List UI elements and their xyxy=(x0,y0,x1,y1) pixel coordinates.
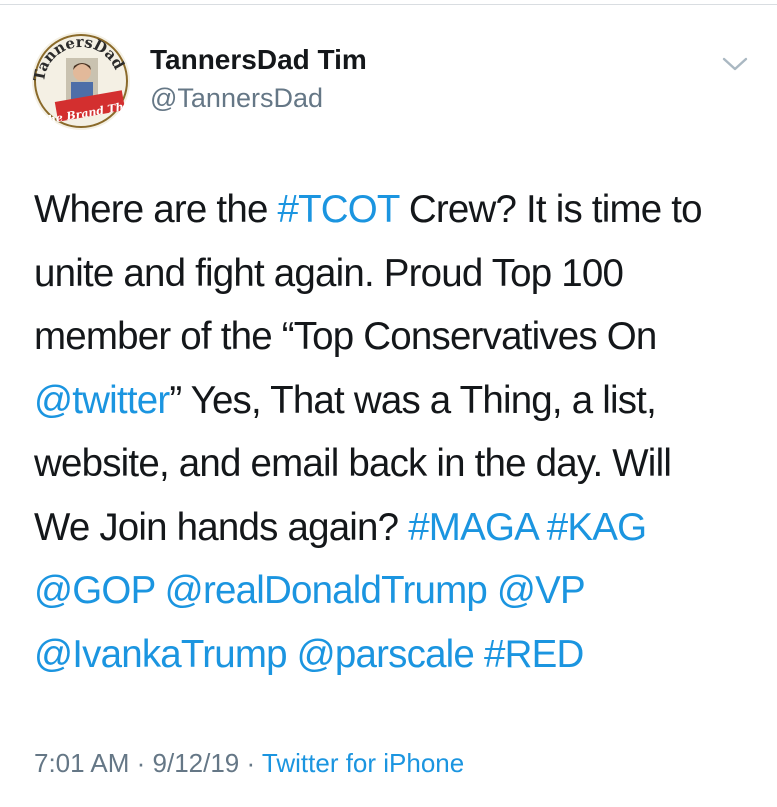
tweet-line: @twitter” Yes, That was a Thing, a list, xyxy=(34,369,754,433)
tweet-text-segment xyxy=(537,506,547,549)
hashtag-link[interactable]: #MAGA xyxy=(408,506,537,549)
tweet-text-segment: member of the “Top Conservatives On xyxy=(34,315,657,358)
tweet-text-segment: Crew? It is time to xyxy=(398,188,703,231)
tweet-date[interactable]: 9/12/19 xyxy=(153,748,240,778)
mention-link[interactable]: @parscale xyxy=(297,633,475,676)
mention-link[interactable]: @GOP xyxy=(34,569,156,612)
tweet-line: Where are the #TCOT Crew? It is time to xyxy=(34,178,754,242)
tweet-line: @GOP @realDonaldTrump @VP xyxy=(34,559,754,623)
avatar-image: TannersDad The Brand That Cares xyxy=(32,32,130,130)
tweet-text-segment xyxy=(155,569,165,612)
meta-separator: · xyxy=(239,748,262,778)
tweet-text-segment xyxy=(474,633,484,676)
tweet-time[interactable]: 7:01 AM xyxy=(34,748,129,778)
tweet-text-segment xyxy=(287,633,297,676)
top-divider xyxy=(0,4,777,5)
tweet-source-link[interactable]: Twitter for iPhone xyxy=(262,748,464,778)
tweet-text-segment: website, and email back in the day. Will xyxy=(34,442,672,485)
mention-link[interactable]: @VP xyxy=(497,569,586,612)
mention-link[interactable]: @IvankaTrump xyxy=(34,633,288,676)
tweet-line: member of the “Top Conservatives On xyxy=(34,305,754,369)
chevron-down-icon[interactable] xyxy=(720,54,750,74)
hashtag-link[interactable]: #KAG xyxy=(547,506,647,549)
mention-link[interactable]: @twitter xyxy=(34,379,170,422)
hashtag-link[interactable]: #RED xyxy=(484,633,584,676)
mention-link[interactable]: @realDonaldTrump xyxy=(165,569,488,612)
avatar[interactable]: TannersDad The Brand That Cares xyxy=(32,32,130,130)
user-handle[interactable]: @TannersDad xyxy=(150,83,323,114)
tweet-line: unite and fight again. Proud Top 100 xyxy=(34,242,754,306)
tweet-text-segment: ” Yes, That was a Thing, a list, xyxy=(169,378,656,422)
tweet-text-segment xyxy=(487,569,497,612)
tweet-text-segment: We Join hands again? xyxy=(34,505,409,549)
tweet-line: We Join hands again? #MAGA #KAG xyxy=(34,496,754,560)
tweet-text-segment: unite and fight again. Proud Top 100 xyxy=(34,251,624,295)
tweet-line: @IvankaTrump @parscale #RED xyxy=(34,623,754,687)
tweet-line: website, and email back in the day. Will xyxy=(34,432,754,496)
meta-separator: · xyxy=(129,748,153,778)
tweet-meta: 7:01 AM · 9/12/19 · Twitter for iPhone xyxy=(34,748,464,779)
display-name[interactable]: TannersDad Tim xyxy=(150,44,367,76)
tweet-text-segment: Where are the xyxy=(34,188,278,231)
hashtag-link[interactable]: #TCOT xyxy=(277,188,399,231)
tweet-text: Where are the #TCOT Crew? It is time to u… xyxy=(34,178,754,686)
